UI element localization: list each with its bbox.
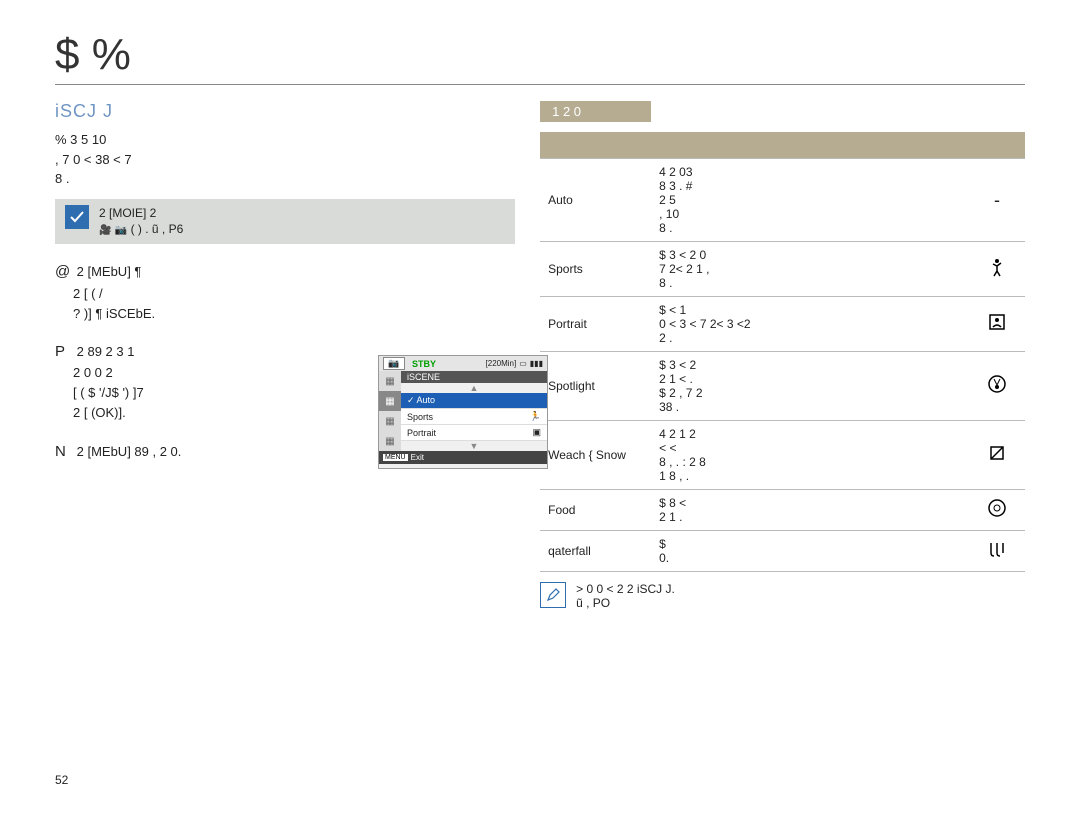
- camera-icon: 📷: [115, 225, 127, 236]
- step-text: 2 [ ( /: [73, 286, 103, 301]
- table-row: Food $ 8 < 2 1 .: [540, 490, 1025, 531]
- note-bar: 2 [MOIE] 2 🎥 📷 ( ) . ũ , P6: [55, 199, 515, 245]
- table-row: qaterfall $ 0.: [540, 531, 1025, 572]
- lcd-mode-icon: 📷: [383, 357, 405, 370]
- table-row: Spotlight $ 3 < 2 2 1 < . $ 2 , 7 2 38 .: [540, 352, 1025, 421]
- footnote: > 0 0 < 2 2 iSCJ J. ũ , PO: [540, 582, 1025, 610]
- note-text: 2 [MOIE] 2: [99, 206, 156, 220]
- page-title: $ %: [55, 30, 1025, 85]
- mode-desc: $ 3 < 2 2 1 < . $ 2 , 7 2 38 .: [651, 352, 969, 421]
- modes-table: Auto 4 2 03 8 3 . # 2 5 , 10 8 . - Sport…: [540, 132, 1025, 572]
- card-icon: ▭: [519, 359, 527, 368]
- battery-icon: ▮▮▮: [530, 359, 543, 368]
- food-icon: [969, 490, 1025, 531]
- sports-icon: [969, 242, 1025, 297]
- lcd-tab-icon: ▦: [379, 411, 401, 431]
- mode-name: Spotlight: [540, 352, 651, 421]
- mode-desc: 4 2 1 2 < < 8 , . : 2 8 1 8 , .: [651, 421, 969, 490]
- lcd-tab-icon: ▦: [379, 371, 401, 391]
- lcd-exit: Exit: [411, 453, 424, 462]
- table-row: Portrait $ < 1 0 < 3 < 7 2< 3 <2 2 .: [540, 297, 1025, 352]
- mode-desc: 4 2 03 8 3 . # 2 5 , 10 8 .: [651, 159, 969, 242]
- page-number: 52: [55, 773, 68, 787]
- step-number: P: [55, 340, 73, 363]
- lcd-menu-item[interactable]: Portrait▣: [401, 425, 547, 441]
- portrait-icon: [969, 297, 1025, 352]
- step-text: [ ( $ '/J$ ') ]7: [73, 385, 144, 400]
- step-text: 2 89 2 3 1: [77, 344, 135, 359]
- lcd-time: [220Min]: [486, 359, 517, 368]
- footnote-text: ũ , PO: [576, 596, 675, 610]
- mode-name: Food: [540, 490, 651, 531]
- intro-line: % 3 5 10: [55, 130, 515, 150]
- mode-desc: $ 3 < 2 0 7 2< 2 1 , 8 .: [651, 242, 969, 297]
- mode-name: Sports: [540, 242, 651, 297]
- lcd-menu-title: iSCENE: [401, 371, 547, 383]
- mode-desc: $ < 1 0 < 3 < 7 2< 3 <2 2 .: [651, 297, 969, 352]
- spotlight-icon: [969, 352, 1025, 421]
- mode-name: qaterfall: [540, 531, 651, 572]
- mode-name: Portrait: [540, 297, 651, 352]
- intro-line: 8 .: [55, 169, 515, 189]
- step-text: 2 0 0 2: [73, 365, 113, 380]
- step-number: @: [55, 260, 73, 283]
- mode-name: Auto: [540, 159, 651, 242]
- table-row: Auto 4 2 03 8 3 . # 2 5 , 10 8 . -: [540, 159, 1025, 242]
- section-subhead: iSCJ J: [55, 101, 515, 122]
- step-text: 2 [MEbU] 89 , 2 0.: [77, 444, 182, 459]
- table-row: Weach { Snow 4 2 1 2 < < 8 , . : 2 8 1 8…: [540, 421, 1025, 490]
- mode-desc: $ 0.: [651, 531, 969, 572]
- lcd-menu-item[interactable]: ✓ Auto: [401, 393, 547, 409]
- step-number: N: [55, 440, 73, 463]
- note-check-icon: [65, 205, 89, 229]
- waterfall-icon: [969, 531, 1025, 572]
- lcd-illustration: 📷 STBY [220Min] ▭ ▮▮▮ ▦ ▦ ▦ ▦ iSCENE ▲ ✓…: [378, 355, 548, 469]
- step-text: ? )] ¶ iSCEbE.: [73, 306, 155, 321]
- lcd-tab-icon: ▦: [379, 431, 401, 451]
- snow-icon: [969, 421, 1025, 490]
- footnote-text: > 0 0 < 2 2 iSCJ J.: [576, 582, 675, 596]
- intro-line: , 7 0 < 38 < 7: [55, 150, 515, 170]
- submenu-tab: 1 2 0: [540, 101, 651, 122]
- note-text: ( ) . ũ , P6: [131, 222, 184, 236]
- table-row: Sports $ 3 < 2 0 7 2< 2 1 , 8 .: [540, 242, 1025, 297]
- mode-desc: $ 8 < 2 1 .: [651, 490, 969, 531]
- pencil-note-icon: [540, 582, 566, 608]
- lcd-menu-item[interactable]: Sports🏃: [401, 409, 547, 425]
- mode-name: Weach { Snow: [540, 421, 651, 490]
- lcd-menu-chip: MENU: [383, 454, 408, 461]
- lcd-stby-label: STBY: [412, 359, 436, 369]
- mode-icon: -: [969, 159, 1025, 242]
- lcd-tab-icon: ▦: [379, 391, 401, 411]
- step-text: 2 [MEbU] ¶: [77, 264, 142, 279]
- step-text: 2 [ (OK)].: [73, 405, 126, 420]
- video-icon: 🎥: [99, 225, 111, 236]
